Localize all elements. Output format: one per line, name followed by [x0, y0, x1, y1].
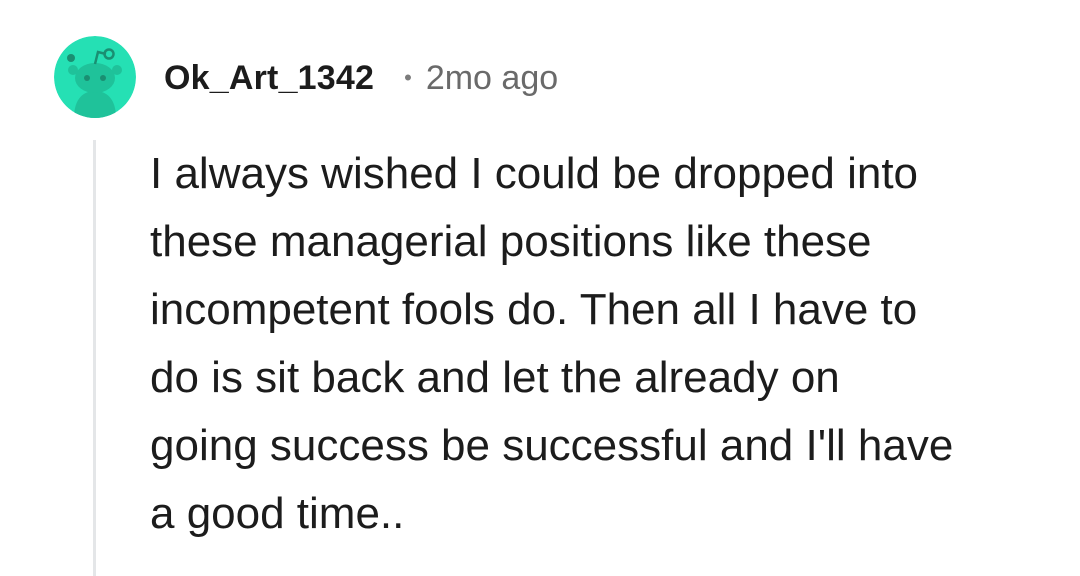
reddit-snoo-avatar-icon [54, 36, 136, 118]
comment-line: incompetent fools do. Then all I have to [150, 285, 918, 334]
comment-line: a good time.. [150, 489, 405, 538]
comment-line: going success be successful and I'll hav… [150, 421, 954, 470]
comment-body: I always wished I could be dropped into … [150, 140, 1050, 548]
comment-line: do is sit back and let the already on [150, 353, 840, 402]
timestamp: 2mo ago [425, 58, 559, 97]
comment-line: these managerial positions like these [150, 217, 872, 266]
meta-separator: • [404, 65, 412, 90]
username-link[interactable]: Ok_Art_1342 [164, 59, 374, 98]
user-avatar[interactable] [54, 36, 136, 118]
comment: Ok_Art_1342 • 2mo ago I always wished I … [0, 0, 1080, 576]
comment-meta: Ok_Art_1342 • 2mo ago [164, 54, 558, 102]
thread-line[interactable] [93, 140, 96, 576]
comment-line: I always wished I could be dropped into [150, 149, 919, 198]
